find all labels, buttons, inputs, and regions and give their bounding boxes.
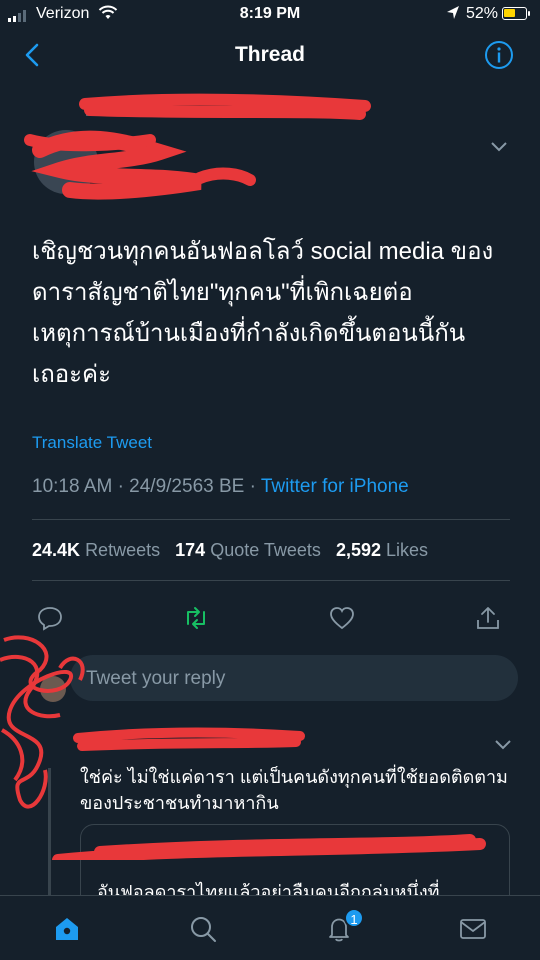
bottom-tab-bar: 1: [0, 895, 540, 960]
search-icon[interactable]: [188, 914, 218, 944]
meta-separator: ·: [117, 476, 124, 497]
tweet-metadata: 10:18 AM · 24/9/2563 BE · Twitter for iP…: [32, 476, 409, 498]
notifications-badge: 1: [344, 908, 364, 928]
status-bar: Verizon 8:19 PM 52%: [0, 0, 540, 30]
redaction-scribble: [0, 635, 486, 860]
retweets-stat[interactable]: 24.4K Retweets: [32, 540, 160, 560]
retweets-label: Retweets: [85, 540, 161, 560]
page-title: Thread: [234, 43, 305, 66]
translate-tweet-link[interactable]: Translate Tweet: [32, 433, 152, 453]
likes-stat[interactable]: 2,592 Likes: [336, 540, 428, 560]
divider: [32, 519, 510, 520]
battery-percentage: 52%: [466, 5, 499, 22]
location-arrow-icon: [447, 6, 459, 19]
quote-tweets-stat[interactable]: 174 Quote Tweets: [175, 540, 321, 560]
info-icon[interactable]: [484, 40, 514, 70]
tweet-time: 10:18 AM: [32, 476, 113, 497]
meta-separator: ·: [249, 476, 256, 497]
retweets-count: 24.4K: [32, 540, 81, 560]
battery-level-fill: [504, 9, 515, 17]
home-icon[interactable]: [52, 914, 82, 944]
tweet-stats: 24.4K Retweets 174 Quote Tweets 2,592 Li…: [32, 540, 428, 561]
redaction-scribble: [24, 93, 371, 200]
battery-icon: [502, 7, 530, 20]
tweet-source-link[interactable]: Twitter for iPhone: [261, 476, 409, 497]
likes-label: Likes: [386, 540, 429, 560]
quotes-label: Quote Tweets: [210, 540, 321, 560]
tweet-date: 24/9/2563 BE: [129, 476, 245, 497]
likes-count: 2,592: [335, 540, 381, 560]
quotes-count: 174: [175, 540, 206, 560]
navigation-header: Thread: [0, 30, 540, 80]
tweet-text: เชิญชวนทุกคนอันฟอลโลว์ social media ของด…: [32, 238, 494, 388]
messages-envelope-icon[interactable]: [458, 914, 488, 944]
divider: [32, 580, 510, 581]
